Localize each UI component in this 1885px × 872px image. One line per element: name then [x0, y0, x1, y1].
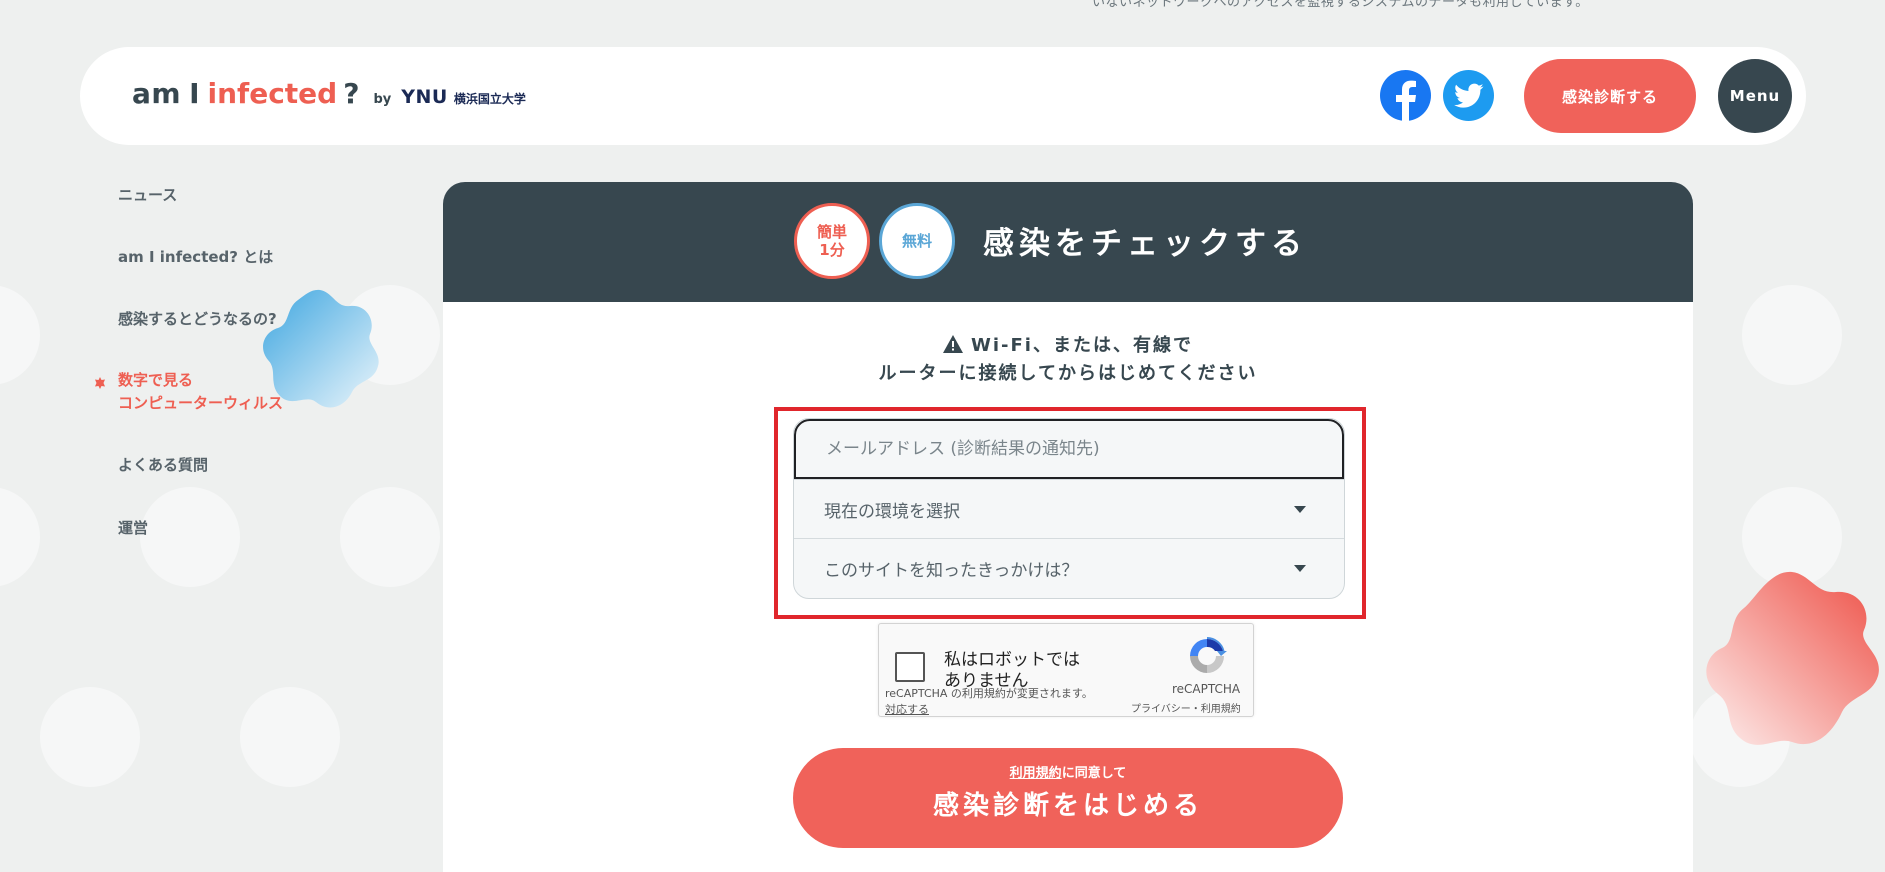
- twitter-button[interactable]: [1443, 70, 1494, 121]
- warning-icon: [943, 335, 964, 353]
- recaptcha-logo-icon: [1190, 637, 1227, 673]
- recaptcha-notice: reCAPTCHA の利用規約が変更されます。: [885, 687, 1093, 700]
- start-diagnosis-button[interactable]: 利用規約に同意して 感染診断をはじめる: [793, 748, 1343, 848]
- ynu-logo: YNU: [401, 86, 448, 108]
- diagnosis-form: 現在の環境を選択 このサイトを知ったきっかけは？: [793, 418, 1345, 599]
- nav-item-news[interactable]: ニュース: [118, 184, 177, 207]
- nav-item-faq[interactable]: よくある質問: [118, 454, 208, 477]
- connection-warning: Wi-Fi、または、有線で ルーターに接続してからはじめてください: [443, 332, 1693, 388]
- recaptcha-brand: reCAPTCHA: [1172, 682, 1241, 696]
- chevron-down-icon: [1294, 565, 1306, 572]
- nav-item-about[interactable]: am I infected? とは: [118, 246, 273, 269]
- logo-question: ?: [343, 77, 360, 110]
- header-diagnose-button[interactable]: 感染診断する: [1524, 59, 1696, 133]
- referral-select[interactable]: このサイトを知ったきっかけは？: [794, 538, 1344, 597]
- nav-item-operator[interactable]: 運営: [118, 517, 148, 540]
- background-circle: [1742, 285, 1842, 385]
- logo-am: am: [132, 77, 182, 110]
- email-input[interactable]: [794, 419, 1344, 479]
- logo-by: by: [373, 92, 392, 107]
- facebook-button[interactable]: [1380, 70, 1431, 121]
- background-circle: [40, 687, 140, 787]
- quick-badge: 簡単 1分: [794, 203, 870, 279]
- start-diagnosis-label: 感染診断をはじめる: [932, 791, 1203, 821]
- nav-item-statistics-line2: コンピューターウィルス: [118, 394, 284, 412]
- site-logo[interactable]: am I infected ? by YNU 横浜国立大学: [132, 77, 526, 110]
- recaptcha-respond-link[interactable]: 対応する: [885, 701, 929, 717]
- top-notice-text: いないネットワークへのアクセスを監視するシステムのデータも利用しています。: [1092, 0, 1589, 10]
- active-indicator-icon: [95, 377, 105, 389]
- warning-line2: ルーターに接続してからはじめてください: [878, 363, 1258, 384]
- background-circle: [240, 687, 340, 787]
- nav-item-consequences[interactable]: 感染するとどうなるの?: [118, 308, 277, 331]
- free-badge: 無料: [879, 203, 955, 279]
- quick-badge-line2: 1分: [819, 241, 845, 259]
- background-circle: [0, 487, 40, 587]
- nav-item-statistics-line1: 数字で見る: [118, 371, 194, 389]
- terms-suffix: に同意して: [1061, 766, 1127, 781]
- facebook-icon: [1396, 80, 1416, 121]
- menu-button[interactable]: Menu: [1718, 59, 1792, 133]
- card-header: 簡単 1分 無料 感染をチェックする: [443, 182, 1693, 302]
- card-title: 感染をチェックする: [983, 226, 1307, 262]
- terms-agreement: 利用規約に同意して: [793, 762, 1343, 781]
- terms-link[interactable]: 利用規約: [1010, 766, 1062, 781]
- red-blob-decoration: [1706, 571, 1879, 745]
- quick-badge-line1: 簡単: [816, 223, 847, 241]
- background-circle: [140, 487, 240, 587]
- university-name: 横浜国立大学: [453, 92, 526, 106]
- recaptcha-widget: 私はロボットではありません reCAPTCHA プライバシー・利用規約 reCA…: [878, 623, 1254, 717]
- chevron-down-icon: [1294, 506, 1306, 513]
- nav-item-statistics[interactable]: 数字で見る コンピューターウィルス: [95, 369, 284, 415]
- logo-i: I: [189, 77, 200, 110]
- twitter-icon: [1453, 83, 1483, 108]
- background-circle: [340, 487, 440, 587]
- referral-select-value: このサイトを知ったきっかけは？: [824, 560, 1079, 581]
- recaptcha-privacy-terms-link[interactable]: プライバシー・利用規約: [1131, 700, 1241, 715]
- background-circle: [0, 285, 40, 385]
- environment-select-value: 現在の環境を選択: [824, 501, 960, 522]
- logo-infected: infected: [207, 77, 338, 110]
- warning-line1: Wi-Fi、または、有線で: [971, 335, 1193, 356]
- recaptcha-checkbox[interactable]: [895, 652, 925, 682]
- site-header: am I infected ? by YNU 横浜国立大学 感染診断する Men…: [80, 47, 1806, 145]
- environment-select[interactable]: 現在の環境を選択: [794, 479, 1344, 538]
